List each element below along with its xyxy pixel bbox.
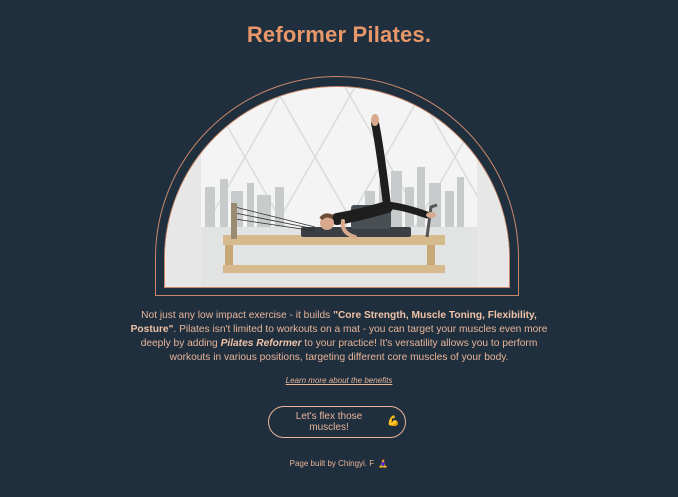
person-meditating-icon: 🧘‍♀️ [378,459,389,468]
page-title: Reformer Pilates. [246,22,432,47]
hero-image [164,86,510,288]
description-paragraph: Not just any low impact exercise - it bu… [120,309,558,365]
flex-muscles-button[interactable]: Let's flex those muscles! 💪 [268,406,406,438]
description-highlight-reformer: Pilates Reformer [220,338,302,349]
learn-more-link[interactable]: Learn more about the benefits [0,376,678,385]
description-text-1: Not just any low impact exercise - it bu… [141,310,334,321]
footer: Page built by Chingyi. F 🧘‍♀️ [0,459,678,468]
footer-credit: Page built by Chingyi. F [289,459,375,468]
bicep-icon: 💪 [387,416,400,427]
hero-illustration [165,87,509,287]
page: Reformer Pilates. Not just any low impac… [0,0,678,497]
cta-button-label: Let's flex those muscles! [295,411,363,433]
